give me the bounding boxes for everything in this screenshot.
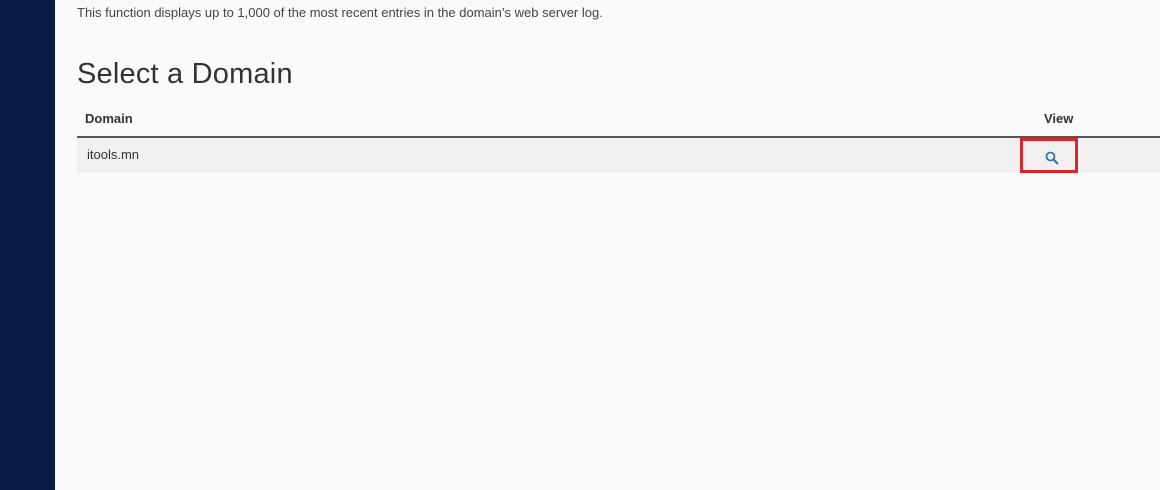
page-title: Select a Domain [77, 58, 293, 90]
table-header: Domain View [77, 104, 1160, 138]
domain-link[interactable]: itools.mn [87, 147, 139, 162]
view-log-button[interactable] [1020, 138, 1078, 173]
column-header-domain: Domain [85, 111, 133, 126]
page-description: This function displays up to 1,000 of th… [77, 5, 603, 20]
main-content: This function displays up to 1,000 of th… [77, 0, 1160, 490]
sidebar [0, 0, 55, 490]
table-row: itools.mn [77, 138, 1160, 173]
column-header-view: View [1044, 111, 1074, 126]
domain-table: Domain View itools.mn [77, 104, 1160, 173]
search-icon [1045, 151, 1059, 165]
